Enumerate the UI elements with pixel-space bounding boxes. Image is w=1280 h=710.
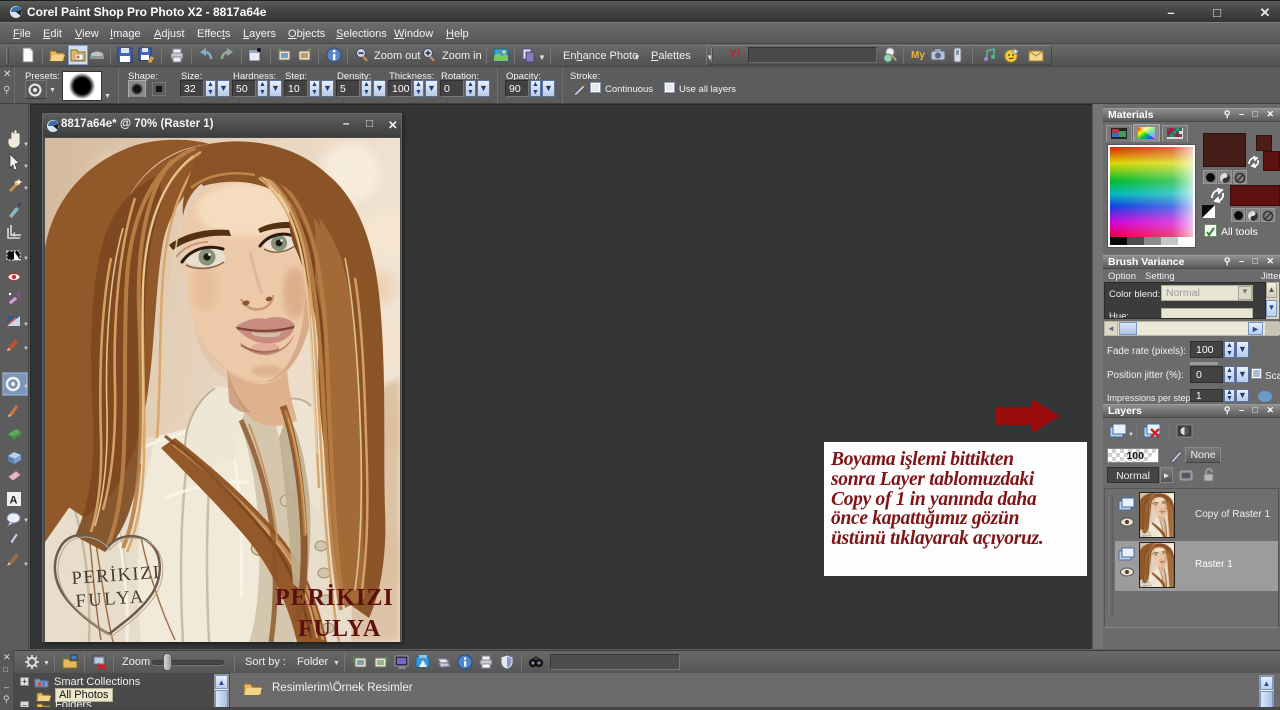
svg-text:▼: ▼ [23,562,29,568]
svg-text:▼: ▼ [23,322,29,328]
svg-text:▼: ▼ [23,384,29,390]
svg-text:A: A [10,495,18,507]
svg-text:▼: ▼ [23,142,29,148]
svg-text:▼: ▼ [23,346,29,352]
svg-text:▼: ▼ [23,186,29,192]
svg-text:▼: ▼ [23,164,29,170]
svg-text:▼: ▼ [23,518,29,524]
svg-text:▼: ▼ [23,256,29,262]
svg-text:4: 4 [12,232,16,239]
svg-text:▼: ▼ [1128,432,1133,438]
